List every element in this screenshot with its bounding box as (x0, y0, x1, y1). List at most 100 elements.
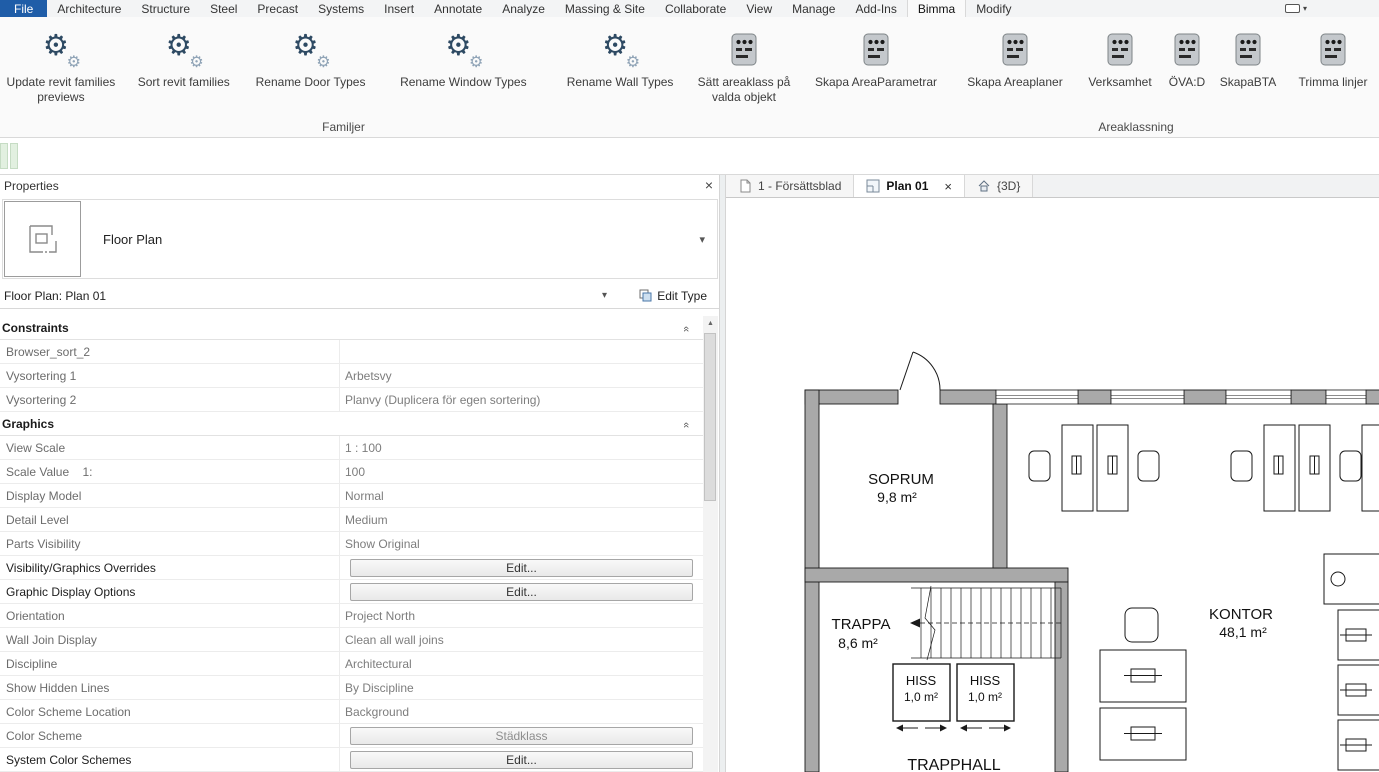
edit-type-button[interactable]: Edit Type (639, 283, 707, 308)
tab-insert[interactable]: Insert (374, 0, 424, 17)
property-row: Color Scheme Location Background (0, 700, 703, 724)
verksamhet-button[interactable]: Verksamhet (1077, 17, 1163, 119)
skapa-areaparametrar-button[interactable]: Skapa AreaParametrar (799, 17, 953, 119)
room-label-soprum: SOPRUM (868, 471, 934, 488)
floor-plan-canvas[interactable]: SOPRUM 9,8 m² TRAPPA 8,6 m² HISS 1,0 m² … (726, 198, 1379, 772)
property-value[interactable]: Architectural (340, 652, 703, 675)
tab-steel[interactable]: Steel (200, 0, 247, 17)
edit-button[interactable]: Edit... (350, 559, 693, 577)
edit-button[interactable]: Edit... (350, 583, 693, 601)
property-value[interactable]: Background (340, 700, 703, 723)
switch-windows-button[interactable]: ▾ (1279, 0, 1313, 17)
property-value[interactable] (340, 340, 703, 363)
chevron-down-icon: ▾ (1303, 4, 1307, 13)
property-row: System Color Schemes Edit... (0, 748, 703, 772)
property-row: Vysortering 1 Arbetsvy (0, 364, 703, 388)
property-value[interactable]: Project North (340, 604, 703, 627)
edit-button[interactable]: Edit... (350, 751, 693, 769)
tab-massing-site[interactable]: Massing & Site (555, 0, 655, 17)
property-value[interactable]: Show Original (340, 532, 703, 555)
tab-add-ins[interactable]: Add-Ins (845, 0, 906, 17)
gear-icon: ⚙⚙ (38, 27, 84, 73)
view-tab-3d[interactable]: {3D} (965, 175, 1033, 197)
close-icon[interactable]: × (705, 177, 713, 193)
scroll-up-icon[interactable]: ▲ (703, 316, 718, 331)
view-tab-forsattsblad[interactable]: 1 - Försättsblad (726, 175, 854, 197)
type-selector[interactable]: Floor Plan ▾ (2, 199, 718, 279)
door[interactable] (900, 352, 940, 390)
sort-revit-families-button[interactable]: ⚙⚙ Sort revit families (120, 17, 248, 119)
trimma-linjer-button[interactable]: Trimma linjer (1285, 17, 1379, 119)
property-row: Detail Level Medium (0, 508, 703, 532)
properties-table: Constraints « Browser_sort_2 Vysortering… (0, 316, 703, 772)
furniture[interactable] (1029, 425, 1379, 770)
group-label-areaklassning: Areaklassning (891, 120, 1379, 134)
floor-plan-icon (21, 217, 65, 261)
property-value[interactable]: Arbetsvy (340, 364, 703, 387)
tab-bimma[interactable]: Bimma (907, 0, 966, 17)
tab-view[interactable]: View (736, 0, 782, 17)
area-tool-icon (1105, 32, 1135, 68)
property-row: Scale Value 1: 100 (0, 460, 703, 484)
section-constraints[interactable]: Constraints « (0, 316, 703, 340)
rename-wall-types-button[interactable]: ⚙⚙ Rename Wall Types (553, 17, 687, 119)
tab-analyze[interactable]: Analyze (492, 0, 555, 17)
stadklass-button[interactable]: Städklass (350, 727, 693, 745)
sheet-icon (738, 179, 752, 193)
rename-door-types-button[interactable]: ⚙⚙ Rename Door Types (248, 17, 374, 119)
property-row: Orientation Project North (0, 604, 703, 628)
view-tab-bar: 1 - Försättsblad Plan 01 × {3D} (726, 175, 1379, 198)
room-label-trapphall: TRAPPHALL (907, 757, 1000, 772)
room-label-trappa: TRAPPA (832, 616, 891, 633)
gear-icon: ⚙⚙ (440, 27, 486, 73)
rename-window-types-button[interactable]: ⚙⚙ Rename Window Types (373, 17, 553, 119)
tab-structure[interactable]: Structure (131, 0, 200, 17)
properties-title: Properties (0, 175, 719, 197)
chevron-down-icon[interactable]: ▾ (699, 200, 705, 278)
gear-icon: ⚙⚙ (597, 27, 643, 73)
ova-d-button[interactable]: ÖVA:D (1163, 17, 1211, 119)
property-value[interactable]: 100 (340, 460, 703, 483)
room-area-soprum: 9,8 m² (877, 489, 917, 505)
room-label-hiss-2: HISS (970, 673, 1001, 688)
view-tab-plan-01[interactable]: Plan 01 × (854, 175, 965, 197)
skapa-areaplaner-button[interactable]: Skapa Areaplaner (953, 17, 1077, 119)
property-value[interactable]: Normal (340, 484, 703, 507)
panel-edge-decoration (0, 143, 8, 169)
ribbon-group-areaklassning: Sätt areaklass på valda objekt Skapa Are… (687, 17, 1379, 137)
property-value[interactable]: Planvy (Duplicera för egen sortering) (340, 388, 703, 411)
satt-areaklass-button[interactable]: Sätt areaklass på valda objekt (689, 17, 799, 119)
area-tool-icon (1172, 32, 1202, 68)
property-value[interactable]: By Discipline (340, 676, 703, 699)
tab-architecture[interactable]: Architecture (47, 0, 131, 17)
tab-collaborate[interactable]: Collaborate (655, 0, 736, 17)
section-graphics[interactable]: Graphics « (0, 412, 703, 436)
collapse-section-icon[interactable]: « (683, 321, 689, 335)
tab-manage[interactable]: Manage (782, 0, 845, 17)
property-row: Color Scheme Städklass (0, 724, 703, 748)
skapabta-button[interactable]: SkapaBTA (1211, 17, 1285, 119)
tab-file[interactable]: File (0, 0, 47, 17)
property-row: Display Model Normal (0, 484, 703, 508)
tab-precast[interactable]: Precast (247, 0, 308, 17)
tab-systems[interactable]: Systems (308, 0, 374, 17)
chevron-down-icon[interactable]: ▾ (602, 283, 607, 308)
property-row: Parts Visibility Show Original (0, 532, 703, 556)
ribbon-tab-bar: File Architecture Structure Steel Precas… (0, 0, 1379, 17)
property-value[interactable]: Clean all wall joins (340, 628, 703, 651)
tab-modify[interactable]: Modify (966, 0, 1021, 17)
room-area-hiss-2: 1,0 m² (968, 690, 1002, 704)
collapse-section-icon[interactable]: « (683, 417, 689, 431)
drawing-area[interactable]: SOPRUM 9,8 m² TRAPPA 8,6 m² HISS 1,0 m² … (726, 198, 1379, 772)
property-value[interactable]: Medium (340, 508, 703, 531)
room-label-kontor: KONTOR (1209, 606, 1273, 623)
close-tab-icon[interactable]: × (944, 179, 952, 194)
scrollbar-thumb[interactable] (704, 333, 716, 501)
tab-annotate[interactable]: Annotate (424, 0, 492, 17)
property-value[interactable]: 1 : 100 (340, 436, 703, 459)
stairs[interactable] (910, 586, 1064, 660)
update-revit-families-button[interactable]: ⚙⚙ Update revit families previews (2, 17, 120, 119)
home-icon (977, 179, 991, 193)
properties-scrollbar[interactable]: ▲ (703, 316, 718, 772)
panel-edge-decoration (10, 143, 18, 169)
